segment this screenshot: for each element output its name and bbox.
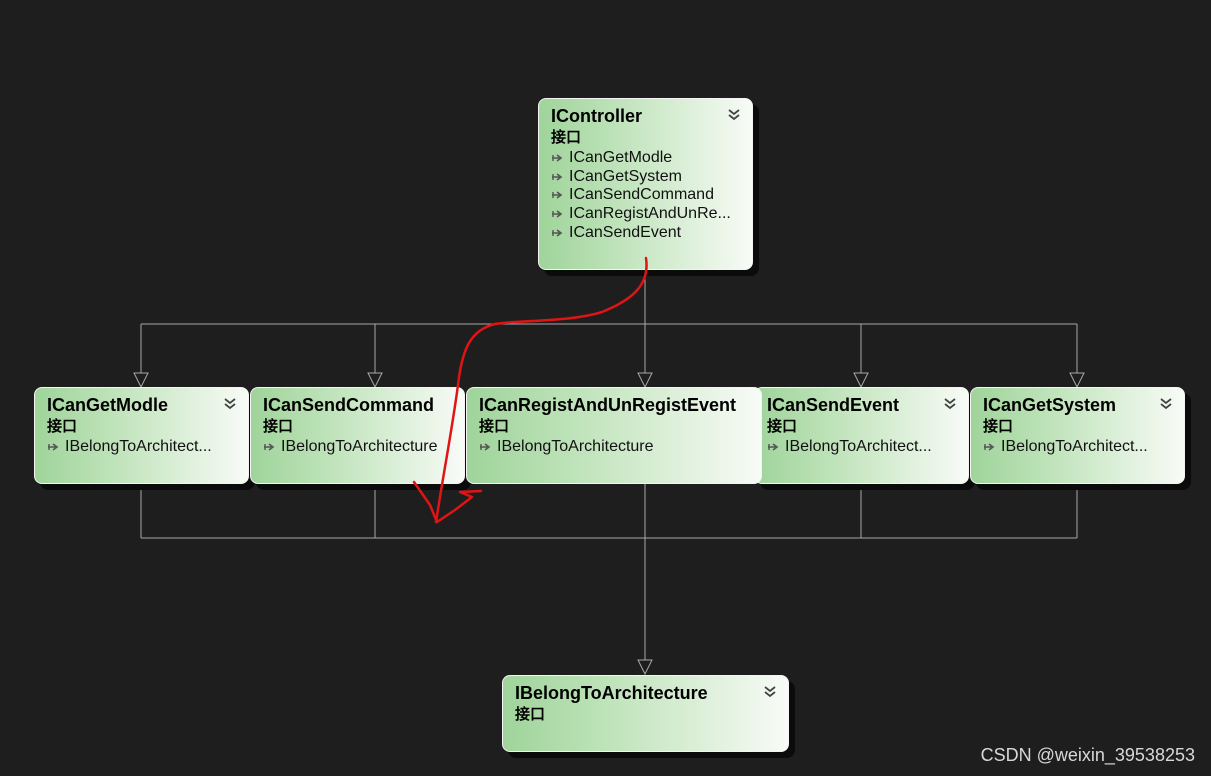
node-title: ICanRegistAndUnRegistEvent bbox=[479, 395, 737, 415]
node-title: IController bbox=[551, 106, 643, 126]
node-kind-label: 接口 bbox=[767, 418, 798, 435]
double-chevron-down-icon[interactable] bbox=[1158, 396, 1174, 412]
node-icanregistandunregistevent[interactable]: ICanRegistAndUnRegistEvent 接口 IBelongToA… bbox=[466, 387, 762, 484]
member-label: IBelongToArchitecture bbox=[497, 438, 654, 456]
double-chevron-down-icon[interactable] bbox=[726, 107, 742, 123]
node-icansendcommand[interactable]: ICanSendCommand 接口 IBelongToArchitecture bbox=[250, 387, 465, 484]
member-list: IBelongToArchitecture bbox=[263, 438, 454, 457]
member-item[interactable]: IBelongToArchitect... bbox=[983, 438, 1174, 457]
member-label: IBelongToArchitecture bbox=[281, 438, 438, 456]
member-label: ICanSendCommand bbox=[569, 186, 714, 204]
node-title: ICanSendEvent bbox=[767, 395, 900, 415]
node-icansendevent[interactable]: ICanSendEvent 接口 IBelongToArchitect... bbox=[754, 387, 969, 484]
node-kind-label: 接口 bbox=[551, 129, 582, 146]
member-list: IBelongToArchitect... bbox=[983, 438, 1174, 457]
member-label: ICanGetModle bbox=[569, 149, 673, 167]
member-label: IBelongToArchitect... bbox=[785, 438, 932, 456]
arrowhead-icansendevent bbox=[853, 372, 869, 389]
member-list: ICanGetModle ICanGetSystem ICanSendComma… bbox=[551, 149, 742, 242]
member-item[interactable]: ICanSendCommand bbox=[551, 186, 742, 205]
class-diagram: IController 接口 ICanGetModle ICanGetSyste… bbox=[0, 0, 1211, 776]
interface-implementation-arrow-icon bbox=[264, 443, 275, 451]
member-item[interactable]: ICanRegistAndUnRe... bbox=[551, 205, 742, 224]
node-ibelongtoarchitecture[interactable]: IBelongToArchitecture 接口 bbox=[502, 675, 789, 752]
member-list: IBelongToArchitect... bbox=[47, 438, 238, 457]
member-item[interactable]: ICanSendEvent bbox=[551, 223, 742, 242]
interface-implementation-arrow-icon bbox=[552, 191, 563, 200]
member-item[interactable]: ICanGetModle bbox=[551, 149, 742, 168]
interface-implementation-arrow-icon bbox=[48, 443, 59, 451]
arrowhead-ibelongtoarchitecture bbox=[637, 659, 653, 676]
member-label: ICanRegistAndUnRe... bbox=[569, 205, 731, 223]
interface-implementation-arrow-icon bbox=[984, 443, 995, 451]
member-item[interactable]: IBelongToArchitect... bbox=[767, 438, 958, 457]
member-label: ICanSendEvent bbox=[569, 223, 682, 241]
node-title: ICanGetModle bbox=[47, 395, 169, 415]
node-title: ICanGetSystem bbox=[983, 395, 1117, 415]
node-icangetsystem[interactable]: ICanGetSystem 接口 IBelongToArchitect... bbox=[970, 387, 1185, 484]
interface-implementation-arrow-icon bbox=[552, 229, 563, 237]
double-chevron-down-icon[interactable] bbox=[942, 396, 958, 412]
interface-implementation-arrow-icon bbox=[552, 210, 563, 218]
interface-implementation-arrow-icon bbox=[768, 443, 779, 451]
node-title: IBelongToArchitecture bbox=[515, 683, 708, 703]
watermark: CSDN @weixin_39538253 bbox=[980, 745, 1195, 765]
double-chevron-down-icon[interactable] bbox=[762, 684, 778, 700]
node-kind-label: 接口 bbox=[983, 418, 1014, 435]
node-title: ICanSendCommand bbox=[263, 395, 435, 415]
member-label: IBelongToArchitect... bbox=[1001, 438, 1148, 456]
arrowhead-icangetmodle bbox=[133, 372, 149, 389]
arrowhead-icansendcommand bbox=[367, 372, 383, 389]
arrowhead-icangetsystem bbox=[1069, 372, 1085, 389]
member-item[interactable]: ICanGetSystem bbox=[551, 168, 742, 187]
member-item[interactable]: IBelongToArchitecture bbox=[479, 438, 751, 457]
member-list: IBelongToArchitecture bbox=[479, 438, 751, 457]
node-kind-label: 接口 bbox=[479, 418, 510, 435]
arrowhead-icanregistandunregistevent bbox=[637, 372, 653, 389]
node-kind-label: 接口 bbox=[263, 418, 294, 435]
interface-implementation-arrow-icon bbox=[480, 443, 491, 451]
interface-implementation-arrow-icon bbox=[552, 173, 563, 181]
node-icangetmodle[interactable]: ICanGetModle 接口 IBelongToArchitect... bbox=[34, 387, 249, 484]
member-item[interactable]: IBelongToArchitect... bbox=[47, 438, 238, 457]
node-kind-label: 接口 bbox=[515, 706, 546, 723]
member-list: IBelongToArchitect... bbox=[767, 438, 958, 457]
interface-implementation-arrow-icon bbox=[552, 154, 563, 162]
node-icontroller[interactable]: IController 接口 ICanGetModle ICanGetSyste… bbox=[538, 98, 753, 270]
member-item[interactable]: IBelongToArchitecture bbox=[263, 438, 454, 457]
node-kind-label: 接口 bbox=[47, 418, 78, 435]
member-label: IBelongToArchitect... bbox=[65, 438, 212, 456]
double-chevron-down-icon[interactable] bbox=[222, 396, 238, 412]
member-label: ICanGetSystem bbox=[569, 167, 682, 185]
